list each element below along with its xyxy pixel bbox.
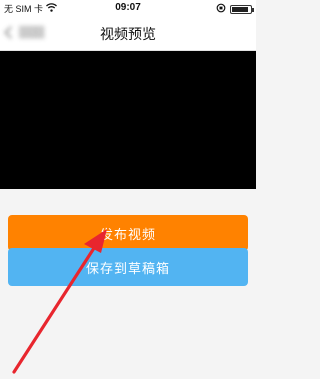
video-preview[interactable] (0, 51, 256, 189)
orientation-lock-icon (216, 3, 226, 15)
page-title: 视频预览 (100, 27, 156, 43)
battery-icon (230, 4, 254, 14)
status-bar: 无 SIM 卡 09:07 (0, 0, 256, 16)
status-right (216, 3, 254, 15)
battery-level (232, 6, 249, 12)
navigation-bar: ▒▒▒ 视频预览 (0, 16, 256, 51)
save-draft-button[interactable]: 保存到草稿箱 (8, 248, 248, 286)
publish-video-button[interactable]: 发布视频 (8, 215, 248, 251)
